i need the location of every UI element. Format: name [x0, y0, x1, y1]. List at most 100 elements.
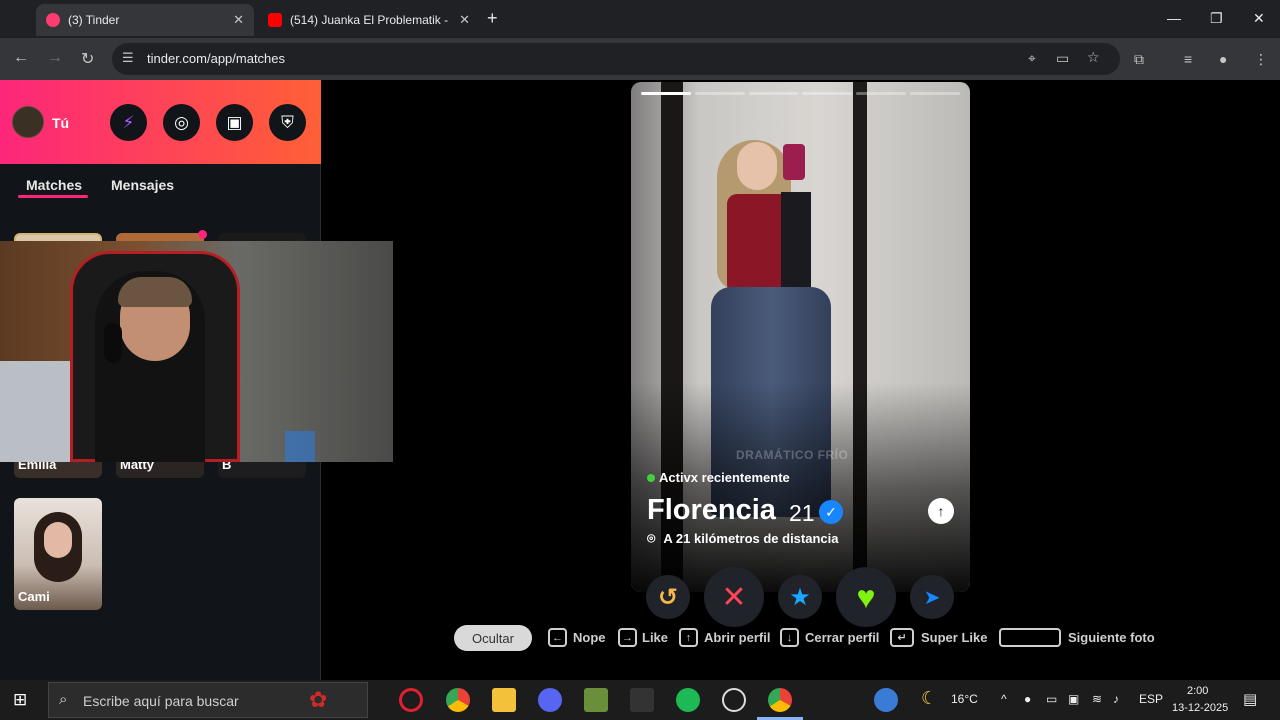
site-info-icon[interactable]: ☰: [122, 50, 134, 66]
youtube-icon: [268, 13, 282, 27]
left-arrow-key-icon: ←: [548, 628, 567, 647]
photo-bar[interactable]: [856, 92, 907, 95]
superlike-button[interactable]: ★: [778, 575, 822, 619]
chrome-active-icon[interactable]: [768, 688, 792, 712]
windows-start-icon[interactable]: ⊞: [13, 690, 27, 710]
display-icon[interactable]: ▣: [1068, 692, 1079, 706]
hide-hints-button[interactable]: Ocultar: [454, 625, 532, 651]
match-card[interactable]: Cami: [14, 498, 102, 610]
reload-icon[interactable]: ↻: [81, 49, 94, 69]
webcam-overlay: [0, 241, 393, 462]
tab-tinder[interactable]: (3) Tinder ✕: [36, 4, 254, 36]
profile-name: Florencia: [647, 494, 776, 526]
rewind-button[interactable]: ↺: [646, 575, 690, 619]
new-match-dot: [198, 230, 207, 239]
up-arrow-key-icon: ↑: [679, 628, 698, 647]
photo-phone: [783, 144, 805, 180]
location-pin-icon: ⌾: [647, 530, 656, 546]
help-icon[interactable]: [874, 688, 898, 712]
sidebar-header: Tú ⚡ ◎ ▣ ⛨: [0, 80, 321, 164]
language-indicator[interactable]: ESP: [1139, 692, 1163, 706]
new-tab-button[interactable]: +: [487, 8, 498, 29]
browser-tabbar: (3) Tinder ✕ (514) Juanka El Problematik…: [0, 0, 1280, 38]
taskbar-search[interactable]: ⌕ Escribe aquí para buscar ✿: [48, 682, 368, 718]
right-arrow-key-icon: →: [618, 628, 637, 647]
mic-icon[interactable]: ●: [1024, 692, 1031, 706]
file-explorer-icon[interactable]: [492, 688, 516, 712]
minimize-button[interactable]: —: [1167, 10, 1181, 26]
opera-icon[interactable]: [399, 688, 423, 712]
like-button[interactable]: ♥: [836, 567, 896, 627]
location-icon[interactable]: ⌖: [1028, 50, 1036, 67]
wifi-icon[interactable]: ≋: [1092, 692, 1102, 706]
tab-title: (3) Tinder: [68, 13, 120, 27]
verified-badge-icon: ✓: [819, 500, 843, 524]
notifications-icon[interactable]: ▤: [1243, 690, 1257, 708]
suitcase-icon[interactable]: ▣: [216, 104, 253, 141]
forward-icon[interactable]: →: [47, 49, 63, 67]
explore-compass-icon[interactable]: ◎: [163, 104, 200, 141]
hint-like: Like: [642, 630, 669, 645]
weather-temp[interactable]: 16°C: [951, 692, 978, 706]
photo-watermark: DRAMÁTICO FRÍO: [736, 448, 849, 462]
keyboard-hints: Ocultar ← Nope → Like ↑ Abrir perfil ↓ C…: [454, 625, 1174, 651]
search-placeholder: Escribe aquí para buscar: [83, 693, 239, 709]
tray-chevron-icon[interactable]: ^: [1001, 692, 1007, 706]
tab-matches[interactable]: Matches: [26, 177, 82, 193]
hint-close: Cerrar perfil: [805, 630, 880, 645]
hint-nope: Nope: [573, 630, 606, 645]
spotify-icon[interactable]: [676, 688, 700, 712]
hint-next: Siguiente foto: [1068, 630, 1155, 645]
clock-date[interactable]: 13-12-2025: [1172, 702, 1228, 714]
photo-bar[interactable]: [802, 92, 853, 95]
profile-card[interactable]: DRAMÁTICO FRÍO Activx recientemente Flor…: [631, 82, 970, 592]
online-dot-icon: [647, 473, 655, 482]
photo-vest: [781, 192, 811, 302]
windows-taskbar: ⊞ ⌕ Escribe aquí para buscar ✿ ☾ 16°C ^ …: [0, 680, 1280, 720]
profile-icon[interactable]: ●: [1219, 51, 1227, 67]
shield-icon[interactable]: ⛨: [269, 104, 306, 141]
boost-button[interactable]: ➤: [910, 575, 954, 619]
open-profile-arrow-icon[interactable]: ↑: [928, 498, 954, 524]
install-app-icon[interactable]: ▭: [1056, 50, 1069, 67]
photo-bar[interactable]: [748, 92, 799, 95]
tab-mensajes[interactable]: Mensajes: [111, 177, 174, 193]
search-icon: ⌕: [59, 691, 68, 708]
avatar[interactable]: [12, 106, 44, 138]
weather-moon-icon[interactable]: ☾: [921, 688, 937, 709]
photo-bar[interactable]: [694, 92, 745, 95]
nope-button[interactable]: ✕: [704, 567, 764, 627]
active-status: Activx recientemente: [647, 470, 790, 485]
headset-icon: [104, 323, 122, 363]
close-tab-icon[interactable]: ✕: [233, 12, 244, 28]
distance-text: A 21 kilómetros de distancia: [663, 531, 839, 546]
status-text: Activx recientemente: [659, 470, 790, 485]
photo-bar[interactable]: [641, 92, 691, 95]
media-control-icon[interactable]: ≡: [1184, 51, 1192, 67]
photo-face: [737, 142, 777, 190]
clock-time[interactable]: 2:00: [1187, 685, 1208, 697]
browser-toolbar: ← → ↻ ☰ tinder.com/app/matches ⌖ ▭ ☆ ⧉ ≡…: [0, 38, 1280, 80]
volume-icon[interactable]: ♪: [1113, 692, 1119, 706]
back-icon[interactable]: ←: [13, 49, 29, 67]
tinder-flame-icon: [46, 13, 60, 27]
distance-row: ⌾ A 21 kilómetros de distancia: [647, 530, 839, 547]
restore-button[interactable]: ❐: [1210, 10, 1223, 27]
close-tab-icon[interactable]: ✕: [459, 12, 470, 28]
address-bar[interactable]: ☰ tinder.com/app/matches ⌖ ▭ ☆: [112, 43, 1120, 75]
tab-youtube[interactable]: (514) Juanka El Problematik - M ✕: [258, 4, 480, 36]
epic-games-icon[interactable]: [630, 688, 654, 712]
bookmark-star-icon[interactable]: ☆: [1087, 49, 1100, 66]
battery-icon[interactable]: ▭: [1046, 692, 1057, 706]
chrome-icon[interactable]: [446, 688, 470, 712]
obs-icon[interactable]: [722, 688, 746, 712]
discord-icon[interactable]: [538, 688, 562, 712]
user-label[interactable]: Tú: [52, 115, 69, 131]
photo-bar[interactable]: [910, 92, 960, 95]
menu-icon[interactable]: ⋮: [1254, 51, 1268, 68]
close-window-button[interactable]: ✕: [1253, 10, 1265, 27]
url-text: tinder.com/app/matches: [147, 51, 286, 66]
extensions-icon[interactable]: ⧉: [1134, 51, 1144, 68]
boost-bolt-icon[interactable]: ⚡: [110, 104, 147, 141]
minecraft-icon[interactable]: [584, 688, 608, 712]
